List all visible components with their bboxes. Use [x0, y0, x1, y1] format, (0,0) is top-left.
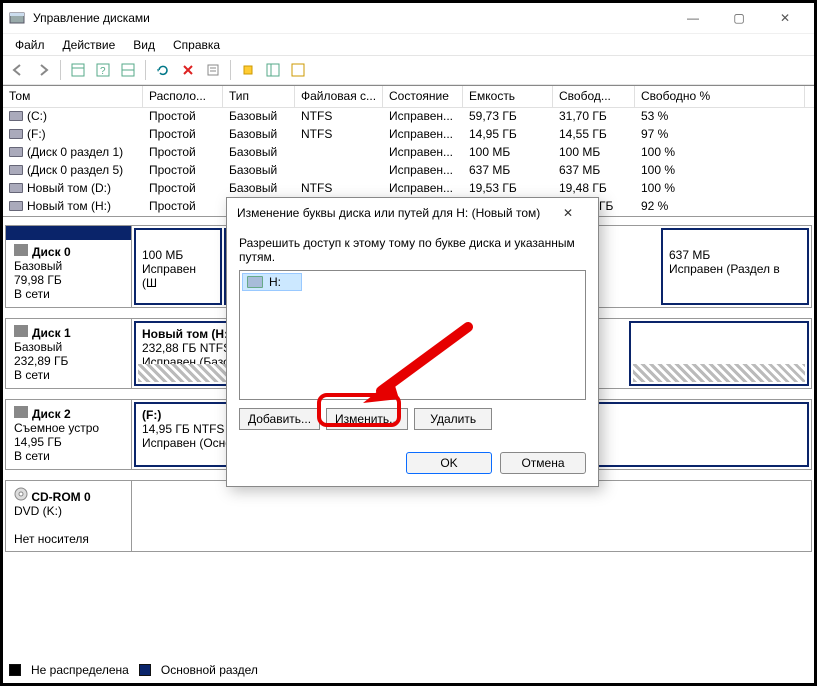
remove-button[interactable]: Удалить [414, 408, 492, 430]
menu-help[interactable]: Справка [165, 36, 228, 54]
toolbar: ? [3, 55, 814, 85]
dialog-message: Разрешить доступ к этому тому по букве д… [239, 236, 586, 264]
tree-icon[interactable] [67, 59, 89, 81]
list-icon[interactable] [117, 59, 139, 81]
disk-icon [9, 183, 23, 193]
disk-icon [14, 406, 28, 418]
legend: Не распределена Основной раздел [9, 663, 258, 677]
forward-icon[interactable] [32, 59, 54, 81]
cancel-button[interactable]: Отмена [500, 452, 586, 474]
disk-icon [14, 325, 28, 337]
disk-icon [9, 165, 23, 175]
table-row[interactable]: (F:)ПростойБазовыйNTFSИсправен...14,95 Г… [3, 126, 814, 144]
new-icon[interactable] [237, 59, 259, 81]
menubar: Файл Действие Вид Справка [3, 33, 814, 55]
window-title: Управление дисками [33, 11, 670, 25]
column-headers[interactable]: ТомРасполо...ТипФайловая с...СостояниеЕм… [3, 86, 814, 108]
back-icon[interactable] [7, 59, 29, 81]
titlebar: Управление дисками — ▢ ✕ [3, 3, 814, 33]
column-header[interactable]: Состояние [383, 86, 463, 107]
table-row[interactable]: Новый том (D:)ПростойБазовыйNTFSИсправен… [3, 180, 814, 198]
column-header[interactable]: Тип [223, 86, 295, 107]
disk-icon [9, 111, 23, 121]
column-header[interactable]: Том [3, 86, 143, 107]
maximize-button[interactable]: ▢ [716, 3, 762, 33]
table-row[interactable]: (Диск 0 раздел 5)ПростойБазовыйИсправен.… [3, 162, 814, 180]
column-header[interactable]: Файловая с... [295, 86, 383, 107]
svg-text:?: ? [100, 66, 106, 77]
column-header[interactable]: Располо... [143, 86, 223, 107]
properties-icon[interactable] [202, 59, 224, 81]
disk-1-label[interactable]: Диск 1 Базовый 232,89 ГБ В сети [6, 319, 132, 388]
filter-icon[interactable] [287, 59, 309, 81]
menu-file[interactable]: Файл [7, 36, 53, 54]
partition[interactable]: 637 МБИсправен (Раздел в [661, 228, 809, 305]
ok-button[interactable]: OK [406, 452, 492, 474]
list-item-drive-h[interactable]: H: [242, 273, 302, 291]
disk-icon [9, 201, 23, 211]
main-window: Управление дисками — ▢ ✕ Файл Действие В… [0, 0, 817, 686]
disk-row-cdrom: CD-ROM 0 DVD (K:) Нет носителя [5, 480, 812, 552]
drive-letter-listbox[interactable]: H: [239, 270, 586, 400]
refresh-icon[interactable] [152, 59, 174, 81]
table-row[interactable]: (C:)ПростойБазовыйNTFSИсправен...59,73 Г… [3, 108, 814, 126]
add-button[interactable]: Добавить... [239, 408, 320, 430]
dialog-titlebar: Изменение буквы диска или путей для H: (… [227, 198, 598, 228]
cdrom-label[interactable]: CD-ROM 0 DVD (K:) Нет носителя [6, 481, 132, 551]
partition[interactable]: 100 МБИсправен (Ш [134, 228, 222, 305]
column-header[interactable]: Свободно % [635, 86, 805, 107]
change-drive-letter-dialog: Изменение буквы диска или путей для H: (… [226, 197, 599, 487]
dialog-close-button[interactable]: ✕ [548, 198, 588, 228]
column-header[interactable]: Емкость [463, 86, 553, 107]
table-row[interactable]: (Диск 0 раздел 1)ПростойБазовыйИсправен.… [3, 144, 814, 162]
close-button[interactable]: ✕ [762, 3, 808, 33]
help-icon[interactable]: ? [92, 59, 114, 81]
disk-0-label[interactable]: Диск 0 Базовый 79,98 ГБ В сети [6, 226, 132, 307]
disk-2-label[interactable]: Диск 2 Съемное устро 14,95 ГБ В сети [6, 400, 132, 469]
partition[interactable] [629, 321, 809, 386]
detail-icon[interactable] [262, 59, 284, 81]
cdrom-icon [14, 487, 28, 504]
menu-view[interactable]: Вид [125, 36, 163, 54]
disk-icon [9, 147, 23, 157]
app-icon [9, 10, 25, 26]
dialog-title: Изменение буквы диска или путей для H: (… [237, 206, 548, 220]
column-header[interactable]: Свобод... [553, 86, 635, 107]
drive-icon [247, 276, 263, 288]
change-button[interactable]: Изменить... [326, 408, 408, 430]
minimize-button[interactable]: — [670, 3, 716, 33]
menu-action[interactable]: Действие [55, 36, 124, 54]
delete-icon[interactable] [177, 59, 199, 81]
disk-icon [14, 244, 28, 256]
disk-icon [9, 129, 23, 139]
